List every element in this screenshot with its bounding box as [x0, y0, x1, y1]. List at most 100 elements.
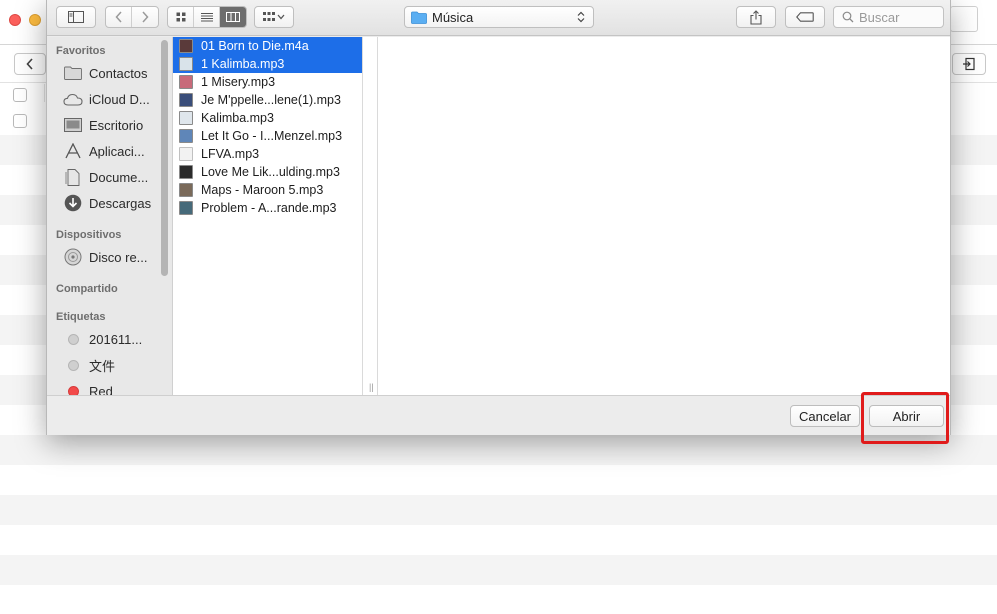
sidebar-item-label: Disco re... [89, 249, 148, 265]
tag-color-dot-icon [68, 333, 79, 345]
file-row[interactable]: 1 Misery.mp3 [173, 73, 362, 91]
location-label: Música [432, 9, 474, 25]
preview-column [378, 37, 950, 395]
file-name: Love Me Lik...ulding.mp3 [201, 165, 340, 179]
sidebar-section-favorites: Favoritos [56, 45, 106, 57]
table-row [0, 495, 997, 525]
file-row[interactable]: 1 Kalimba.mp3 [173, 55, 362, 73]
file-list-column: 01 Born to Die.m4a 1 Kalimba.mp3 1 Miser… [173, 37, 363, 395]
album-art-icon [179, 183, 193, 197]
sidebar-item-documentos[interactable]: Docume... [63, 167, 171, 187]
sidebar-item-label: Docume... [89, 169, 149, 185]
view-mode-control [167, 6, 247, 28]
sidebar-toggle-button[interactable] [56, 6, 96, 28]
album-art-icon [179, 57, 193, 71]
sidebar-item-label: Descargas [89, 195, 152, 211]
chevron-left-icon [26, 58, 33, 70]
select-all-checkbox[interactable] [13, 88, 27, 102]
table-row [0, 435, 997, 465]
background-import-button[interactable] [952, 53, 986, 75]
sidebar-item-label: Escritorio [89, 117, 144, 133]
column-view-button[interactable] [220, 7, 246, 27]
sidebar-tag-item-red[interactable]: Red [63, 381, 171, 395]
album-art-icon [179, 75, 193, 89]
close-window-button[interactable] [9, 14, 21, 26]
sidebar-item-label: iCloud D... [89, 91, 150, 107]
icon-view-button[interactable] [168, 7, 194, 27]
sidebar-tag-item[interactable]: 201611... [63, 329, 171, 349]
forward-button[interactable] [132, 7, 158, 27]
disc-icon [63, 248, 83, 266]
folder-icon [63, 64, 83, 82]
chevron-right-icon [142, 11, 149, 23]
column-divider [363, 37, 378, 395]
folder-icon [411, 11, 427, 24]
file-row[interactable]: Love Me Lik...ulding.mp3 [173, 163, 362, 181]
album-art-icon [179, 111, 193, 125]
file-row[interactable]: Let It Go - I...Menzel.mp3 [173, 127, 362, 145]
background-back-button[interactable] [14, 53, 46, 75]
sidebar-item-label: Aplicaci... [89, 143, 145, 159]
share-button[interactable] [736, 6, 776, 28]
list-view-icon [200, 13, 213, 22]
updown-chevron-icon [574, 11, 588, 23]
file-row[interactable]: Kalimba.mp3 [173, 109, 362, 127]
cloud-icon [63, 90, 83, 108]
sidebar-scrollbar[interactable] [161, 40, 168, 276]
column-resize-handle[interactable]: || [369, 382, 374, 392]
sidebar-section-tags: Etiquetas [56, 311, 106, 323]
sidebar-tag-item[interactable]: 文件 [63, 355, 171, 375]
row-checkbox[interactable] [13, 114, 27, 128]
sidebar: Favoritos Contactos iCloud D... Escritor… [47, 37, 173, 395]
sidebar-section-devices: Dispositivos [56, 229, 122, 241]
file-row[interactable]: Problem - A...rande.mp3 [173, 199, 362, 217]
arrange-menu-button[interactable] [254, 6, 294, 28]
open-file-dialog: Música Buscar Favoritos Contactos iCloud… [46, 0, 951, 435]
location-popup[interactable]: Música [404, 6, 594, 28]
file-name: LFVA.mp3 [201, 147, 260, 161]
search-placeholder: Buscar [859, 9, 900, 25]
album-art-icon [179, 39, 193, 53]
dialog-footer: Cancelar Abrir [47, 395, 950, 435]
documents-icon [63, 168, 83, 186]
search-icon [842, 11, 854, 23]
open-button-highlight [861, 392, 949, 444]
sidebar-item-disco-remoto[interactable]: Disco re... [63, 247, 171, 267]
grid-view-icon [176, 12, 185, 22]
sidebar-item-label: 文件 [89, 358, 116, 374]
import-icon [963, 57, 975, 71]
album-art-icon [179, 93, 193, 107]
cancel-button[interactable]: Cancelar [790, 405, 860, 427]
applications-icon [63, 142, 83, 160]
music-file-icon [179, 147, 193, 161]
file-row[interactable]: LFVA.mp3 [173, 145, 362, 163]
sidebar-item-descargas[interactable]: Descargas [63, 193, 171, 213]
sidebar-item-contactos[interactable]: Contactos [63, 63, 171, 83]
file-row[interactable]: Maps - Maroon 5.mp3 [173, 181, 362, 199]
list-view-button[interactable] [194, 7, 220, 27]
search-field[interactable]: Buscar [833, 6, 944, 28]
arrange-grid-icon [263, 12, 285, 21]
sidebar-section-shared: Compartido [56, 283, 118, 295]
tag-icon [796, 12, 814, 22]
file-name: Je M'ppelle...lene(1).mp3 [201, 93, 341, 107]
file-name: Maps - Maroon 5.mp3 [201, 183, 324, 197]
file-name: 1 Kalimba.mp3 [201, 57, 285, 71]
back-button[interactable] [106, 7, 132, 27]
desktop-icon [63, 116, 83, 134]
sidebar-item-icloud-drive[interactable]: iCloud D... [63, 89, 171, 109]
file-row[interactable]: Je M'ppelle...lene(1).mp3 [173, 91, 362, 109]
sidebar-item-escritorio[interactable]: Escritorio [63, 115, 171, 135]
minimize-window-button[interactable] [29, 14, 41, 26]
tag-button[interactable] [785, 6, 825, 28]
background-search-field[interactable] [950, 6, 978, 32]
downloads-icon [63, 194, 83, 212]
dialog-toolbar: Música Buscar [47, 0, 950, 36]
sidebar-item-aplicaciones[interactable]: Aplicaci... [63, 141, 171, 161]
file-name: 01 Born to Die.m4a [201, 39, 309, 53]
share-icon [750, 9, 762, 25]
file-row[interactable]: 01 Born to Die.m4a [173, 37, 362, 55]
column-separator [44, 84, 45, 102]
table-row [0, 555, 997, 585]
tag-color-dot-icon [68, 385, 79, 395]
